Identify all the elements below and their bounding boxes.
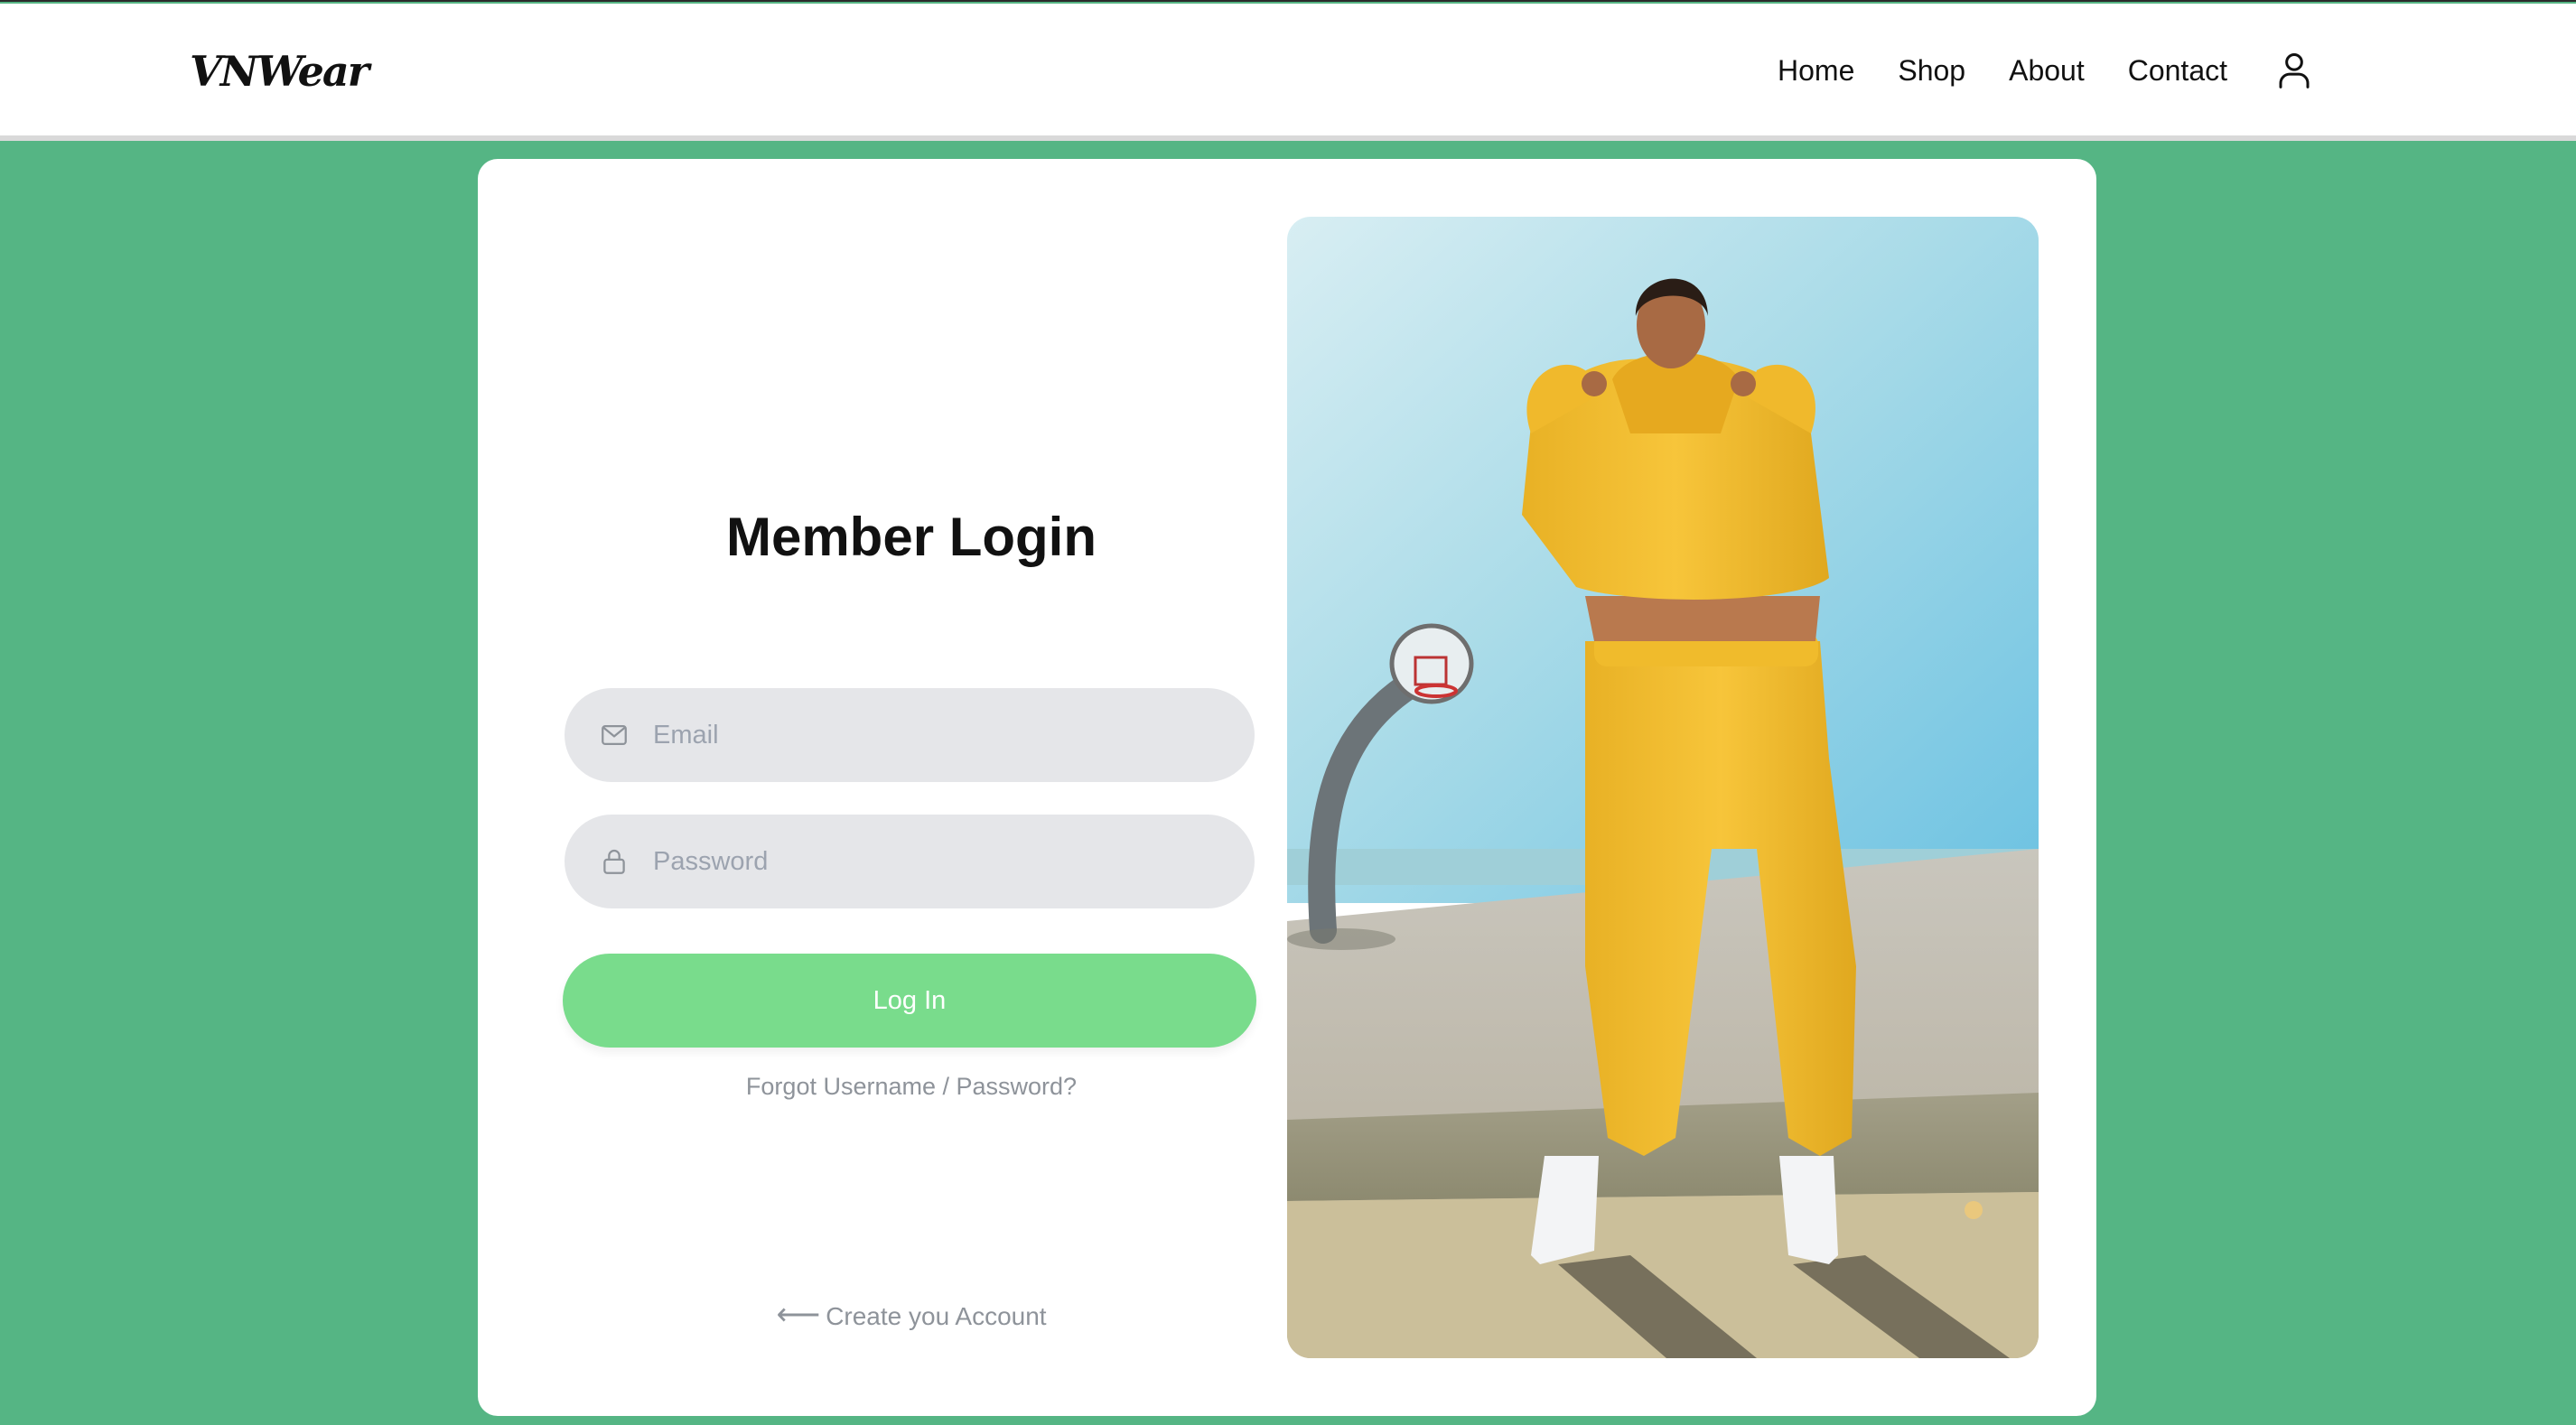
create-account-link[interactable]: ⟵ Create you Account bbox=[565, 1297, 1258, 1333]
user-icon[interactable] bbox=[2276, 51, 2312, 90]
arrow-left-icon: ⟵ bbox=[776, 1298, 821, 1332]
page-title: Member Login bbox=[725, 507, 1097, 567]
nav-link-contact[interactable]: Contact bbox=[2128, 54, 2227, 88]
app-window: VNWear Home Shop About Contact Member Lo… bbox=[0, 0, 2576, 1425]
main-nav: Home Shop About Contact bbox=[1734, 51, 2312, 90]
password-input[interactable] bbox=[651, 845, 1229, 878]
email-input[interactable] bbox=[651, 719, 1229, 751]
nav-link-shop[interactable]: Shop bbox=[1898, 54, 1965, 88]
login-form: Member Login Log In Forgot Username / Pa… bbox=[563, 159, 1258, 1416]
brand-logo[interactable]: VNWear bbox=[190, 47, 369, 96]
top-navbar: VNWear Home Shop About Contact bbox=[0, 4, 2576, 141]
email-field-wrapper[interactable] bbox=[565, 688, 1255, 782]
login-card: Member Login Log In Forgot Username / Pa… bbox=[478, 159, 2096, 1416]
login-button[interactable]: Log In bbox=[563, 954, 1256, 1048]
nav-link-home[interactable]: Home bbox=[1778, 54, 1854, 88]
forgot-password-link[interactable]: Forgot Username / Password? bbox=[565, 1073, 1258, 1101]
fashion-photo-icon bbox=[1287, 217, 2039, 1358]
password-field-wrapper[interactable] bbox=[565, 815, 1255, 908]
mail-icon bbox=[602, 724, 627, 746]
lock-icon bbox=[603, 849, 625, 874]
hero-photo bbox=[1287, 217, 2039, 1358]
nav-link-about[interactable]: About bbox=[2009, 54, 2085, 88]
create-account-label: Create you Account bbox=[826, 1302, 1047, 1330]
